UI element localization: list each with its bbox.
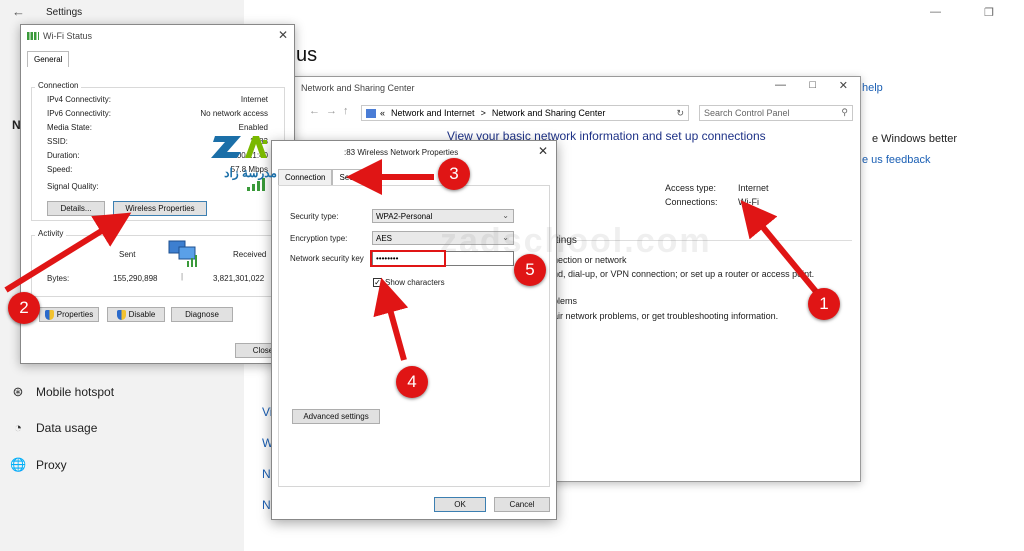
step-badge-1: 1 — [808, 288, 840, 320]
arrow-2 — [4, 212, 132, 293]
step-badge-4: 4 — [396, 366, 428, 398]
annotation-arrows — [4, 159, 821, 361]
step-badge-5: 5 — [514, 254, 546, 286]
step-badge-2: 2 — [8, 292, 40, 324]
arrow-4 — [373, 277, 409, 361]
arrow-1 — [740, 200, 821, 296]
key-highlight-box — [370, 250, 446, 267]
step-badge-3: 3 — [438, 158, 470, 190]
